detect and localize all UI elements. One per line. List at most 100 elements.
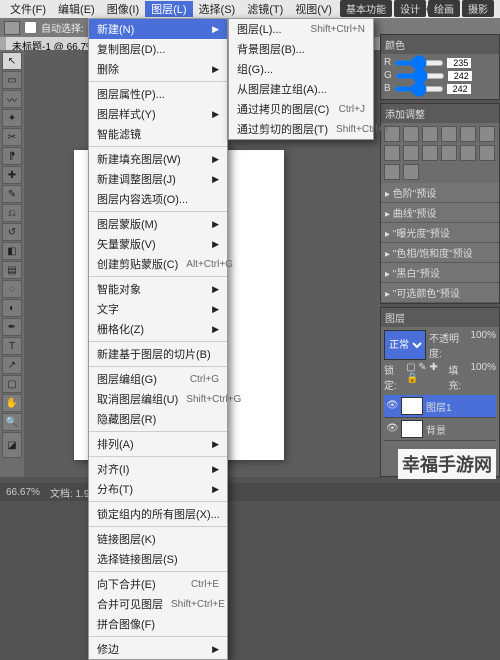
blur-tool[interactable]: ◌ — [2, 280, 22, 298]
menu-item[interactable]: 智能滤镜 — [89, 124, 227, 144]
menu-item[interactable]: 隐藏图层(R) — [89, 409, 227, 429]
g-slider[interactable] — [395, 73, 445, 79]
lasso-tool[interactable]: 〰 — [2, 90, 22, 108]
menu-item[interactable]: 图层编组(G)Ctrl+G — [89, 369, 227, 389]
adj-exposure-icon[interactable] — [441, 126, 457, 142]
menu-item[interactable]: 合并可见图层Shift+Ctrl+E — [89, 594, 227, 614]
menu-item[interactable]: 链接图层(K) — [89, 529, 227, 549]
lock-icons[interactable]: ▢ ✎ ✚ 🔒 — [406, 362, 445, 392]
crop-tool[interactable]: ✂ — [2, 128, 22, 146]
menu-item[interactable]: 文字▶ — [89, 299, 227, 319]
layer-row[interactable]: 👁图层1 — [384, 395, 496, 418]
adj-gradmap-icon[interactable] — [384, 164, 400, 180]
status-zoom[interactable]: 66.67% — [6, 487, 40, 498]
menu-item[interactable]: 修边▶ — [89, 639, 227, 659]
stamp-tool[interactable]: ⎌ — [2, 204, 22, 222]
history-brush-tool[interactable]: ↺ — [2, 223, 22, 241]
pen-tool[interactable]: ✒ — [2, 318, 22, 336]
menu-item[interactable]: 背景图层(B)... — [229, 39, 373, 59]
menu-item[interactable]: 新建(N)▶ — [89, 19, 227, 39]
layer-thumb[interactable] — [401, 397, 423, 415]
adj-hue-icon[interactable] — [479, 126, 495, 142]
adj-photo-icon[interactable] — [403, 145, 419, 161]
menu-layer[interactable]: 图层(L) — [145, 1, 192, 17]
fg-bg-color[interactable]: ◪ — [2, 432, 22, 458]
menu-item[interactable]: 组(G)... — [229, 59, 373, 79]
menu-item[interactable]: 拼合图像(F) — [89, 614, 227, 634]
preset-item[interactable]: ▸ "可选颜色"预设 — [381, 283, 499, 303]
menu-item[interactable]: 新建基于图层的切片(B) — [89, 344, 227, 364]
adj-mixer-icon[interactable] — [422, 145, 438, 161]
layer-thumb[interactable] — [401, 420, 423, 438]
menu-item[interactable]: 排列(A)▶ — [89, 434, 227, 454]
menu-item[interactable]: 删除▶ — [89, 59, 227, 79]
path-tool[interactable]: ↗ — [2, 356, 22, 374]
visibility-icon[interactable]: 👁 — [386, 423, 398, 435]
fill-value[interactable]: 100% — [470, 362, 496, 392]
move-tool[interactable]: ↖ — [2, 52, 22, 70]
adj-vibrance-icon[interactable] — [460, 126, 476, 142]
menu-item[interactable]: 图层内容选项(O)... — [89, 189, 227, 209]
menu-item[interactable]: 从图层建立组(A)... — [229, 79, 373, 99]
menu-filter[interactable]: 滤镜(T) — [241, 1, 289, 17]
menu-item[interactable]: 图层蒙版(M)▶ — [89, 214, 227, 234]
menu-item[interactable]: 分布(T)▶ — [89, 479, 227, 499]
menu-item[interactable]: 选择链接图层(S) — [89, 549, 227, 569]
adj-curves-icon[interactable] — [422, 126, 438, 142]
dodge-tool[interactable]: ◐ — [2, 299, 22, 317]
type-tool[interactable]: T — [2, 337, 22, 355]
marquee-tool[interactable]: ▭ — [2, 71, 22, 89]
menu-item[interactable]: 通过拷贝的图层(C)Ctrl+J — [229, 99, 373, 119]
r-slider[interactable] — [394, 60, 444, 66]
adj-invert-icon[interactable] — [441, 145, 457, 161]
menu-item[interactable]: 锁定组内的所有图层(X)... — [89, 504, 227, 524]
eraser-tool[interactable]: ◧ — [2, 242, 22, 260]
menu-item[interactable]: 图层样式(Y)▶ — [89, 104, 227, 124]
zoom-tool[interactable]: 🔍 — [2, 413, 22, 431]
auto-select-checkbox[interactable] — [24, 21, 37, 34]
adj-levels-icon[interactable] — [403, 126, 419, 142]
adj-poster-icon[interactable] — [460, 145, 476, 161]
menu-item[interactable]: 新建调整图层(J)▶ — [89, 169, 227, 189]
menu-item[interactable]: 栅格化(Z)▶ — [89, 319, 227, 339]
preset-item[interactable]: ▸ 色阶"预设 — [381, 183, 499, 203]
workspace-photo[interactable]: 摄影 — [462, 0, 494, 17]
eyedropper-tool[interactable]: ⁋ — [2, 147, 22, 165]
menu-item[interactable]: 图层属性(P)... — [89, 84, 227, 104]
menu-file[interactable]: 文件(F) — [4, 1, 52, 17]
adj-selcolor-icon[interactable] — [403, 164, 419, 180]
wand-tool[interactable]: ✦ — [2, 109, 22, 127]
menu-item[interactable]: 复制图层(D)... — [89, 39, 227, 59]
preset-item[interactable]: ▸ "色相/饱和度"预设 — [381, 243, 499, 263]
workspace-paint[interactable]: 绘画 — [428, 0, 460, 17]
menu-item[interactable]: 创建剪贴蒙版(C)Alt+Ctrl+G — [89, 254, 227, 274]
move-tool-icon[interactable] — [4, 21, 20, 35]
menu-item[interactable]: 对齐(I)▶ — [89, 459, 227, 479]
shape-tool[interactable]: ▢ — [2, 375, 22, 393]
menu-item[interactable]: 图层(L)...Shift+Ctrl+N — [229, 19, 373, 39]
gradient-tool[interactable]: ▤ — [2, 261, 22, 279]
menu-item[interactable]: 矢量蒙版(V)▶ — [89, 234, 227, 254]
preset-item[interactable]: ▸ 曲线"预设 — [381, 203, 499, 223]
heal-tool[interactable]: ✚ — [2, 166, 22, 184]
menu-item[interactable]: 智能对象▶ — [89, 279, 227, 299]
preset-item[interactable]: ▸ "曝光度"预设 — [381, 223, 499, 243]
menu-edit[interactable]: 编辑(E) — [52, 1, 101, 17]
workspace-design[interactable]: 设计 — [394, 0, 426, 17]
menu-item[interactable]: 新建填充图层(W)▶ — [89, 149, 227, 169]
b-slider[interactable] — [394, 86, 444, 92]
menu-item[interactable]: 取消图层编组(U)Shift+Ctrl+G — [89, 389, 227, 409]
workspace-essentials[interactable]: 基本功能 — [340, 0, 392, 17]
opacity-value[interactable]: 100% — [470, 330, 496, 360]
adj-bw-icon[interactable] — [384, 145, 400, 161]
menu-image[interactable]: 图像(I) — [101, 1, 145, 17]
menu-select[interactable]: 选择(S) — [193, 1, 242, 17]
preset-item[interactable]: ▸ "黑白"预设 — [381, 263, 499, 283]
menu-item[interactable]: 向下合并(E)Ctrl+E — [89, 574, 227, 594]
adj-threshold-icon[interactable] — [479, 145, 495, 161]
brush-tool[interactable]: ✎ — [2, 185, 22, 203]
visibility-icon[interactable]: 👁 — [386, 400, 398, 412]
menu-view[interactable]: 视图(V) — [289, 1, 338, 17]
menu-item[interactable]: 通过剪切的图层(T)Shift+Ctrl+J — [229, 119, 373, 139]
layer-row[interactable]: 👁背景 — [384, 418, 496, 441]
